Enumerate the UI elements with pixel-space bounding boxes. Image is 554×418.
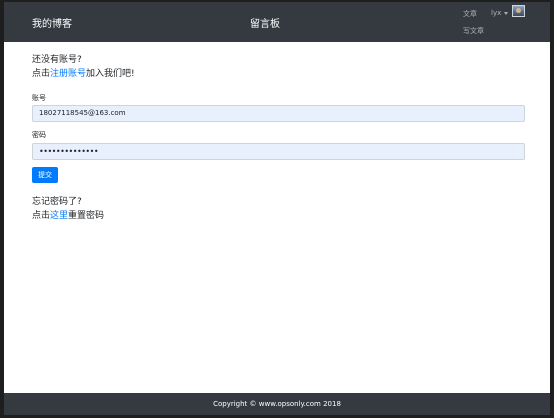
- password-label: 密码: [32, 131, 46, 139]
- articles-link[interactable]: 文章: [463, 9, 477, 19]
- user-dropdown[interactable]: lyx: [491, 9, 509, 17]
- forgot-prompt-line: 点击这里重置密码: [32, 208, 104, 221]
- top-navbar: 我的博客 留言板 文章 写文章 lyx: [4, 2, 550, 42]
- submit-button[interactable]: 提交: [32, 167, 58, 183]
- footer: Copyright © www.opsonly.com 2018: [4, 393, 550, 415]
- register-prompt-heading: 还没有账号?: [32, 55, 82, 65]
- forgot-suffix: 重置密码: [68, 211, 105, 221]
- password-input[interactable]: ••••••••••••••: [32, 143, 525, 160]
- brand-link[interactable]: 我的博客: [32, 15, 72, 30]
- reset-password-link[interactable]: 这里: [50, 211, 68, 221]
- username-label: lyx: [491, 9, 502, 17]
- guestbook-link[interactable]: 留言板: [250, 15, 280, 30]
- write-article-link[interactable]: 写文章: [463, 26, 484, 36]
- avatar[interactable]: [512, 5, 525, 17]
- footer-copyright: Copyright © www.opsonly.com 2018: [213, 400, 341, 408]
- register-prompt-line: 点击注册账号加入我们吧!: [32, 66, 135, 79]
- register-prefix: 点击: [32, 69, 51, 79]
- chevron-down-icon: [504, 11, 509, 15]
- account-label: 账号: [32, 94, 46, 102]
- browser-page: 我的博客 留言板 文章 写文章 lyx 还没有账号? 点击注册账号加入我们吧! …: [4, 2, 550, 415]
- forgot-prompt-heading: 忘记密码了?: [32, 197, 82, 207]
- forgot-prefix: 点击: [32, 211, 51, 221]
- account-input[interactable]: 18027118545@163.com: [32, 105, 525, 122]
- register-suffix: 加入我们吧!: [86, 69, 135, 79]
- register-link[interactable]: 注册账号: [50, 69, 86, 79]
